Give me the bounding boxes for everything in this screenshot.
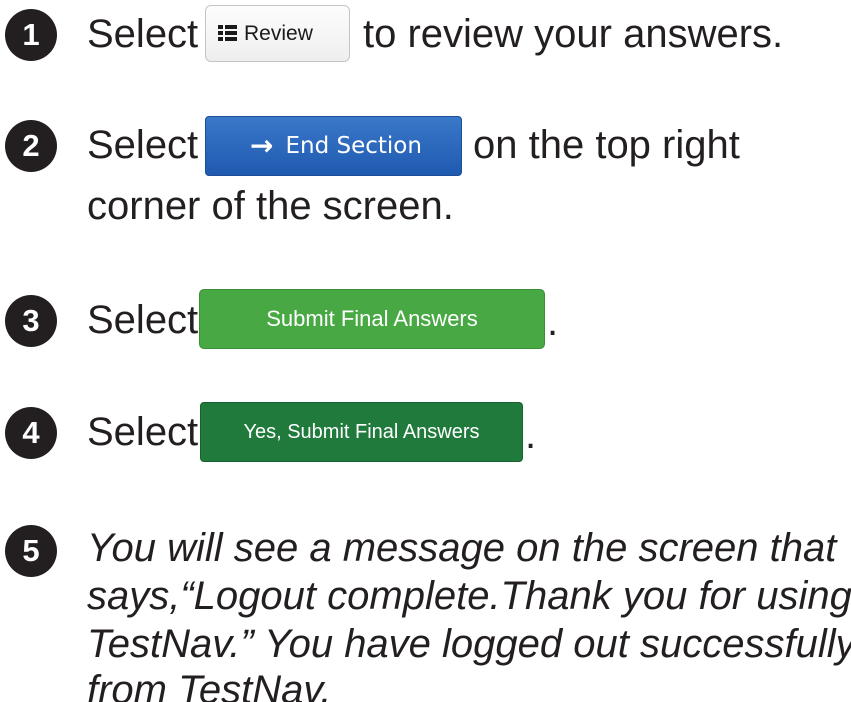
yes-submit-final-answers-button[interactable]: Yes, Submit Final Answers (200, 402, 523, 462)
step-number-3: 3 (5, 295, 57, 347)
step-1-description: to review your answers. (363, 12, 784, 56)
step-2-description: on the top right (473, 123, 740, 167)
review-button[interactable]: Review (205, 5, 350, 62)
step-number-4: 4 (5, 407, 57, 459)
step-2-description-line2: corner of the screen. (87, 184, 454, 228)
step-3-select-text: Select (87, 298, 199, 342)
step-1-select-text: Select (87, 12, 199, 56)
step-5-line-4: from TestNav. (87, 668, 332, 702)
step-4-select-text: Select (87, 410, 199, 454)
step-4-period: . (525, 413, 537, 457)
review-button-label: Review (244, 21, 313, 45)
arrow-right-icon: → (250, 129, 274, 162)
step-3-period: . (547, 300, 559, 344)
submit-final-answers-button[interactable]: Submit Final Answers (199, 289, 545, 349)
list-icon (218, 25, 237, 42)
end-section-button[interactable]: → End Section (205, 116, 462, 176)
step-number-5: 5 (5, 525, 57, 577)
step-number-1: 1 (5, 9, 57, 61)
step-5-line-3: TestNav.” You have logged out successful… (87, 622, 851, 666)
step-2-select-text: Select (87, 123, 199, 167)
step-number-2: 2 (5, 120, 57, 172)
end-section-button-label: End Section (285, 133, 422, 159)
step-5-line-1: You will see a message on the screen tha… (87, 526, 837, 570)
step-5-line-2: says,“Logout complete.Thank you for usin… (87, 574, 851, 618)
